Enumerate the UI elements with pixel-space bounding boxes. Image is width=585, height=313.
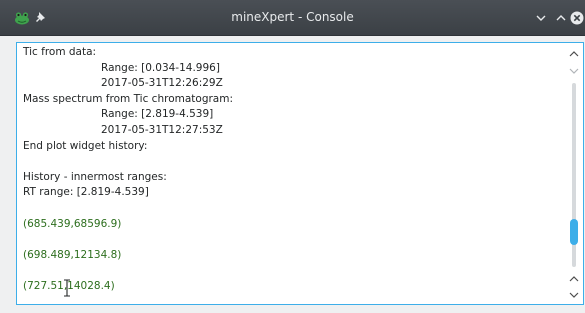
console-line: (727.51,14028.4)	[23, 279, 115, 292]
vertical-scrollbar[interactable]	[565, 43, 583, 304]
scrollbar-handle[interactable]	[570, 218, 578, 245]
console-text-area[interactable]: Tic from data: Range: [0.034-14.996] 2017-…	[16, 42, 584, 305]
minimize-button[interactable]	[534, 11, 548, 25]
console-line: (685.439,68596.9)	[23, 217, 122, 230]
window-title: mineXpert - Console	[231, 10, 354, 24]
console-output: Tic from data: Range: [0.034-14.996] 2017-…	[23, 45, 563, 295]
console-line: Tic from data:	[23, 46, 97, 58]
console-line: 2017-05-31T12:27:53Z	[101, 123, 223, 136]
scroll-down-icon[interactable]	[567, 65, 581, 77]
console-line: RT range: [2.819-4.539]	[23, 186, 149, 199]
console-line: Range: [0.034-14.996]	[101, 61, 220, 74]
maximize-button[interactable]	[554, 11, 568, 25]
scroll-down-icon[interactable]	[567, 289, 581, 301]
close-button[interactable]	[570, 11, 584, 25]
scroll-up-icon[interactable]	[567, 273, 581, 285]
scroll-up-icon[interactable]	[567, 48, 581, 60]
console-line: End plot widget history:	[23, 139, 148, 152]
console-line: 2017-05-31T12:26:29Z	[101, 77, 223, 90]
title-bar: mineXpert - Console	[0, 0, 585, 36]
console-line: Range: [2.819-4.539]	[101, 108, 214, 121]
console-line: Mass spectrum from Tic chromatogram:	[23, 92, 234, 105]
console-line: (698.489,12134.8)	[23, 248, 122, 261]
console-line: History - innermost ranges:	[23, 170, 167, 183]
text-cursor-icon	[64, 279, 70, 297]
